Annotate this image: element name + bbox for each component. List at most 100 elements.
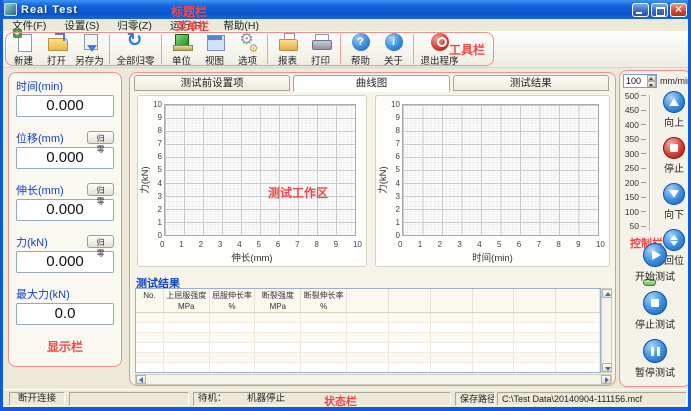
- options-gear-icon: [237, 32, 259, 52]
- y-tick: 0: [158, 231, 162, 240]
- stop-test-label: 停止测试: [635, 316, 675, 331]
- x-tick: 6: [276, 240, 280, 249]
- toolbar-button-new-document[interactable]: 新建: [7, 31, 40, 68]
- tab-0[interactable]: 测试前设置项: [134, 75, 290, 91]
- chart-card-0: 力(kN) 109876543210 012345678910 伸长(mm) 测…: [137, 95, 367, 267]
- toolbar-button-label: 关于: [384, 53, 403, 67]
- toolbar-button-zero-all[interactable]: 全部归零: [113, 31, 158, 68]
- toolbar-button-open-folder[interactable]: 打开: [40, 31, 73, 68]
- jog-stop-button[interactable]: [663, 137, 685, 159]
- toolbar-button-report-folder[interactable]: 报表: [271, 31, 304, 68]
- minimize-button[interactable]: [632, 3, 649, 17]
- results-table-body: [136, 313, 600, 373]
- stop-test-icon: [651, 299, 659, 307]
- display-field: 力(kN)归零0.000: [16, 234, 114, 273]
- chart0-y-ticks: 109876543210: [144, 100, 162, 240]
- y-tick: 10: [391, 100, 400, 109]
- y-tick: 4: [158, 179, 162, 188]
- jog-up-button[interactable]: [663, 91, 685, 113]
- about-icon: i: [383, 32, 405, 52]
- zero-button[interactable]: 归零: [87, 131, 114, 144]
- x-tick: 7: [537, 240, 541, 249]
- y-tick: 4: [396, 179, 400, 188]
- table-row: [136, 323, 600, 333]
- view-window-icon: [204, 32, 226, 52]
- table-row: [136, 313, 600, 323]
- print-icon: [310, 32, 332, 52]
- machine-state: 机器停止: [247, 393, 285, 404]
- scroll-up-icon[interactable]: [602, 289, 612, 298]
- x-tick: 10: [596, 240, 605, 249]
- display-field: 伸长(mm)归零0.000: [16, 182, 114, 221]
- speed-value[interactable]: 100: [624, 75, 647, 87]
- x-tick: 0: [398, 240, 402, 249]
- x-tick: 5: [497, 240, 501, 249]
- x-tick: 4: [477, 240, 481, 249]
- save-path-value: C:\Test Data\20140904-111156.mcf: [497, 392, 687, 406]
- speed-slider-track[interactable]: [649, 95, 651, 231]
- toolbar-button-label: 打开: [47, 53, 66, 67]
- toolbar-button-exit[interactable]: 退出程序: [417, 31, 462, 68]
- results-vertical-scrollbar[interactable]: [601, 288, 612, 373]
- display-field-label: 时间(min): [16, 78, 63, 94]
- toolbar-button-unit-cube[interactable]: 单位: [165, 31, 198, 68]
- slider-tick-label: 350: [622, 135, 646, 144]
- x-tick: 6: [517, 240, 521, 249]
- x-tick: 3: [218, 240, 222, 249]
- toolbar-button-label: 选项: [238, 53, 257, 67]
- pause-test-icon: [651, 347, 660, 356]
- connection-status[interactable]: 断开连接: [9, 392, 65, 406]
- jog-down-button[interactable]: [663, 183, 685, 205]
- toolbar-button-label: 另存为: [75, 53, 104, 67]
- display-field-label: 力(kN): [16, 234, 48, 250]
- maximize-button[interactable]: [651, 3, 668, 17]
- standby-label: 待机：: [198, 393, 227, 404]
- x-tick: 1: [418, 240, 422, 249]
- results-column-header: 屈服伸长率%: [210, 289, 256, 312]
- close-button[interactable]: [670, 3, 687, 17]
- scroll-right-icon[interactable]: [601, 375, 611, 384]
- toolbar-button-about[interactable]: i关于: [377, 31, 410, 68]
- toolbar-button-print[interactable]: 打印: [304, 31, 337, 68]
- x-tick: 3: [457, 240, 461, 249]
- toolbar-button-view-window[interactable]: 视图: [198, 31, 231, 68]
- toolbar-button-label: 帮助: [351, 53, 370, 67]
- toolbar-items: 新建打开另存为全部归零单位视图选项报表打印?帮助i关于退出程序: [7, 32, 462, 66]
- display-field-value: 0.0: [16, 303, 114, 325]
- tab-1[interactable]: 曲线图: [293, 75, 449, 92]
- jog-stop-label: 停止: [664, 160, 684, 175]
- results-column-header: [347, 289, 389, 312]
- report-folder-icon: [277, 32, 299, 52]
- results-column-header: [473, 289, 515, 312]
- slider-tick-label: 200: [622, 178, 646, 187]
- results-column-header: 上屈服强度MPa: [164, 289, 210, 312]
- toolbar-separator: [413, 34, 414, 64]
- speed-spinner[interactable]: 100: [623, 74, 657, 88]
- new-document-icon: [13, 32, 35, 52]
- display-fields: 时间(min)0.000位移(mm)归零0.000伸长(mm)归零0.000力(…: [16, 78, 114, 325]
- stop-test-button[interactable]: [643, 291, 667, 315]
- chart1-x-axis-label: 时间(min): [376, 250, 609, 264]
- y-tick: 6: [158, 152, 162, 161]
- y-tick: 2: [396, 205, 400, 214]
- zero-button[interactable]: 归零: [87, 183, 114, 196]
- toolbar-button-options-gear[interactable]: 选项: [231, 31, 264, 68]
- x-tick: 2: [199, 240, 203, 249]
- pause-test-button[interactable]: [643, 339, 667, 363]
- display-field-label: 伸长(mm): [16, 182, 64, 198]
- toolbar-button-help[interactable]: ?帮助: [344, 31, 377, 68]
- toolbar-button-label: 视图: [205, 53, 224, 67]
- spinner-arrows-icon[interactable]: [647, 75, 656, 87]
- results-horizontal-scrollbar[interactable]: [135, 374, 612, 385]
- results-column-header: [431, 289, 473, 312]
- jog-down-label: 向下: [664, 206, 684, 221]
- chart0-plot-area: [164, 104, 356, 236]
- scroll-down-icon[interactable]: [602, 363, 612, 372]
- toolbar-button-save-as[interactable]: 另存为: [73, 31, 106, 68]
- x-tick: 10: [353, 240, 362, 249]
- start-test-button[interactable]: [643, 243, 667, 267]
- tab-2[interactable]: 测试结果: [453, 75, 609, 91]
- zero-button[interactable]: 归零: [87, 235, 114, 248]
- scroll-left-icon[interactable]: [136, 375, 146, 384]
- display-field-value: 0.000: [16, 95, 114, 117]
